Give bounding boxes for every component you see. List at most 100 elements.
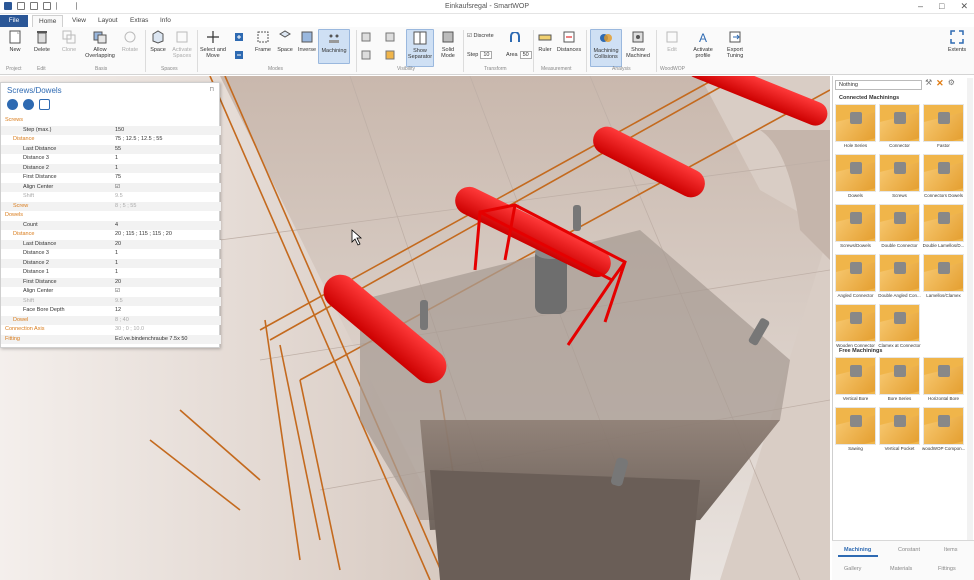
property-value[interactable]: 75 ; 12.5 ; 12.5 ; 55 (115, 135, 162, 145)
allow-overlapping-button[interactable]: Allow Overlapping (84, 29, 116, 59)
gallery-item[interactable]: Double Connector (879, 204, 920, 250)
property-row[interactable]: Step (max.) 150 (1, 125, 221, 136)
property-row[interactable]: Distance 75 ; 12.5 ; 12.5 ; 55 (1, 135, 221, 145)
property-row[interactable]: Dowel 8 ; 40 (1, 315, 221, 326)
tab-file[interactable]: File (0, 15, 28, 27)
property-row[interactable]: Distance 3 1 (1, 154, 221, 164)
gallery-item[interactable]: Angled Connector (835, 254, 876, 300)
property-value[interactable]: 20 (115, 278, 121, 288)
tab-view[interactable]: View (66, 15, 92, 27)
tab-items[interactable]: Items (944, 547, 957, 553)
refresh-icon[interactable] (23, 99, 34, 110)
property-value[interactable]: 20 ; 115 ; 115 ; 115 ; 20 (115, 230, 172, 240)
property-row[interactable]: Last Distance 55 (1, 144, 221, 155)
gallery-item[interactable]: Screws/Dowels (835, 204, 876, 250)
property-value[interactable]: 1 (115, 259, 118, 269)
gallery-item[interactable]: Fastor (923, 104, 964, 150)
magnet-button[interactable] (507, 30, 523, 48)
hammer-icon[interactable]: ⚒ (925, 78, 932, 89)
solid-mode-button[interactable]: Solid Mode (436, 29, 460, 59)
maximize-icon[interactable]: □ (939, 1, 944, 12)
property-row[interactable]: Screws (1, 116, 221, 126)
gallery-item[interactable]: Lamellos/Clamex (923, 254, 964, 300)
property-row[interactable]: Dowels (1, 211, 221, 221)
property-value[interactable]: 1 (115, 268, 118, 278)
visibility-toggle-4[interactable] (384, 47, 396, 65)
save-icon[interactable] (7, 99, 18, 110)
space-mode-button[interactable]: Space (275, 29, 295, 53)
property-value[interactable]: 20 (115, 240, 121, 250)
ruler-button[interactable]: Ruler (536, 29, 554, 53)
close-x-icon[interactable]: ✕ (936, 78, 944, 89)
tab-materials[interactable]: Materials (890, 566, 912, 572)
property-row[interactable]: Shift 9.5 (1, 296, 221, 307)
new-button[interactable]: New (4, 29, 26, 53)
pin-icon[interactable]: ⊓ (209, 86, 214, 93)
property-row[interactable]: First Distance 75 (1, 173, 221, 183)
property-row[interactable]: Screw 8 ; 5 ; 55 (1, 201, 221, 212)
property-row[interactable]: First Distance 20 (1, 277, 221, 288)
gallery-item[interactable]: Horizontal Bore (923, 357, 964, 403)
visibility-toggle-2[interactable] (360, 47, 372, 65)
delete-button[interactable]: Delete (30, 29, 54, 53)
tab-extras[interactable]: Extras (124, 15, 154, 27)
minimize-icon[interactable]: ‒ (918, 1, 923, 12)
activate-spaces-button[interactable]: Activate Spaces (170, 29, 194, 59)
gallery-item[interactable]: Vertical Bore (835, 357, 876, 403)
tab-machining[interactable]: Machining (844, 547, 871, 553)
property-row[interactable]: Align Center ☑ (1, 287, 221, 297)
property-row[interactable]: Distance 2 1 (1, 258, 221, 269)
frame-button[interactable]: Frame (253, 29, 273, 53)
property-row[interactable]: Shift 9.5 (1, 192, 221, 202)
gallery-item[interactable]: Sawing (835, 407, 876, 453)
gallery-item[interactable]: Double Lamellos/D... (923, 204, 964, 250)
gallery-item[interactable]: Connectors Dowels (923, 154, 964, 200)
gallery-item[interactable]: Bore Series (879, 357, 920, 403)
property-value[interactable]: 9.5 (115, 192, 123, 202)
activate-profile-button[interactable]: A Activate profile (690, 29, 716, 59)
gallery-item[interactable]: Hole Series (835, 104, 876, 150)
property-row[interactable]: Last Distance 20 (1, 239, 221, 250)
property-value[interactable]: 8 ; 40 (115, 316, 129, 326)
gallery-item[interactable]: Dowels (835, 154, 876, 200)
property-value[interactable]: 75 (115, 173, 121, 183)
show-machined-button[interactable]: Show Machined (624, 29, 652, 59)
tab-home[interactable]: Home (32, 15, 64, 27)
property-value[interactable]: 150 (115, 126, 124, 136)
tab-layout[interactable]: Layout (92, 15, 124, 27)
zoom-out-button[interactable] (233, 47, 245, 65)
gallery-item[interactable]: Clamex at Connector (878, 304, 921, 350)
property-row[interactable]: Distance 3 1 (1, 249, 221, 259)
machining-mode-button[interactable]: Machining (318, 29, 350, 64)
gallery-scrollbar[interactable] (967, 78, 973, 578)
zoom-in-button[interactable] (233, 29, 245, 47)
rotate-button[interactable]: Rotate (118, 29, 142, 53)
tab-constant[interactable]: Constant (898, 547, 920, 553)
export-tuning-button[interactable]: Export Tuning (721, 29, 749, 59)
filter-dropdown[interactable]: Nothing (835, 80, 922, 90)
property-value[interactable]: Ecl.ve.bindenchraube 7.5x 50 (115, 335, 187, 345)
property-row[interactable]: Align Center ☑ (1, 182, 221, 193)
gallery-item[interactable]: Connector (879, 104, 920, 150)
property-value[interactable]: 9.5 (115, 297, 123, 307)
gallery-item[interactable]: Screws (879, 154, 920, 200)
show-separator-button[interactable]: Show Separator (406, 29, 434, 67)
property-row[interactable]: Connection Axis 30 ; 0 ; 10.0 (1, 325, 221, 335)
tab-gallery[interactable]: Gallery (844, 566, 861, 572)
select-and-move-button[interactable]: Select and Move (199, 29, 227, 59)
inverse-button[interactable]: Inverse (296, 29, 318, 53)
property-value[interactable]: 8 ; 5 ; 55 (115, 202, 136, 212)
step-input[interactable]: 10 (480, 51, 493, 59)
gallery-item[interactable]: woodWOP Compon... (922, 407, 965, 453)
property-value[interactable]: ☑ (115, 183, 120, 193)
property-value[interactable]: 1 (115, 154, 118, 164)
tool-icon[interactable]: ⚙ (948, 78, 955, 89)
gallery-item[interactable]: Vertical Pocket (879, 407, 920, 453)
property-value[interactable]: 1 (115, 164, 118, 174)
space-button[interactable]: Space (148, 29, 168, 53)
distances-button[interactable]: Distances (557, 29, 581, 53)
visibility-toggle-1[interactable] (360, 29, 372, 47)
property-row[interactable]: Distance 20 ; 115 ; 115 ; 115 ; 20 (1, 230, 221, 240)
property-value[interactable]: 4 (115, 221, 118, 231)
discrete-checkbox[interactable]: ☑ Discrete (467, 33, 494, 39)
